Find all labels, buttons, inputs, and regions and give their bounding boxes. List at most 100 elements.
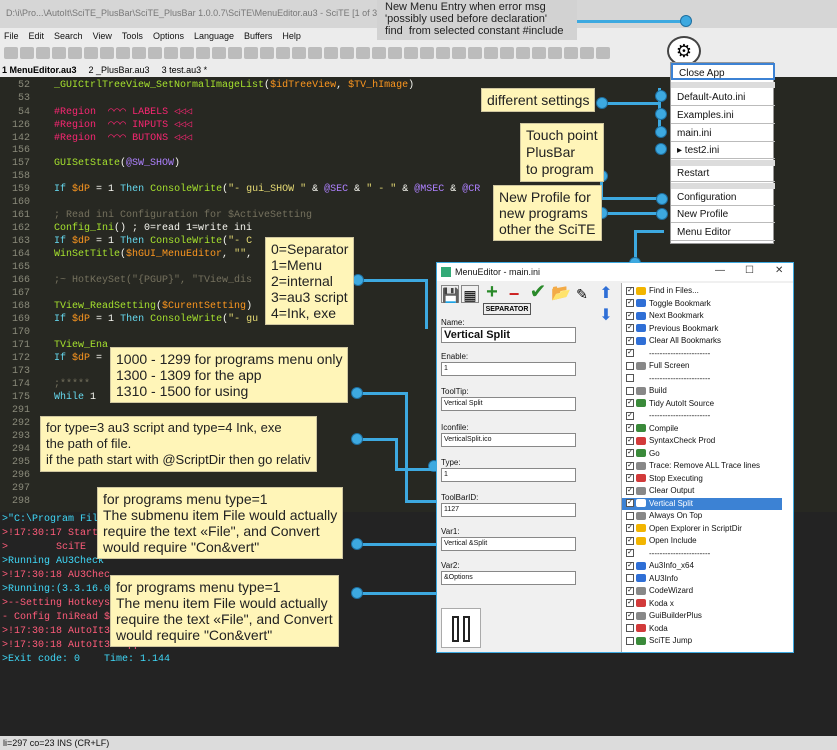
- list-item[interactable]: ✓ -----------------------: [622, 548, 782, 561]
- popup-item-test2-ini[interactable]: ▸ test2.ini: [671, 142, 775, 159]
- list-item[interactable]: ✓ -----------------------: [622, 410, 782, 423]
- popup-item-configuration[interactable]: Configuration: [671, 189, 775, 206]
- toolbar-button-icon[interactable]: [52, 47, 66, 59]
- toolbar-button-icon[interactable]: [452, 47, 466, 59]
- checkbox[interactable]: ✓: [626, 586, 634, 595]
- list-item[interactable]: Full Screen: [622, 360, 782, 373]
- move-up-icon[interactable]: ⬆: [597, 285, 615, 303]
- field-input-toolbarid[interactable]: 1127: [441, 503, 576, 517]
- list-item[interactable]: Build: [622, 385, 782, 398]
- minimize-icon[interactable]: —: [715, 265, 725, 276]
- toolbar-button-icon[interactable]: [548, 47, 562, 59]
- list-item[interactable]: ✓ Open Explorer in ScriptDir: [622, 523, 782, 536]
- checkbox[interactable]: ✓: [626, 299, 634, 308]
- toolbar-button-icon[interactable]: [420, 47, 434, 59]
- toolbar-button-icon[interactable]: [436, 47, 450, 59]
- checkbox[interactable]: ✓: [626, 561, 634, 570]
- list-item[interactable]: ✓ Vertical Split: [622, 497, 782, 510]
- menu-language[interactable]: Language: [194, 31, 234, 41]
- popup-item-main-ini[interactable]: main.ini: [671, 125, 775, 142]
- checkbox[interactable]: ✓: [626, 486, 634, 495]
- toolbar-button-icon[interactable]: [564, 47, 578, 59]
- toolbar-button-icon[interactable]: [84, 47, 98, 59]
- checkbox[interactable]: ✓: [626, 424, 634, 433]
- list-item[interactable]: ✓ Koda x: [622, 598, 782, 611]
- menu-view[interactable]: View: [93, 31, 112, 41]
- checkbox[interactable]: [626, 361, 634, 370]
- toolbar-button-icon[interactable]: [260, 47, 274, 59]
- toolbar-button-icon[interactable]: [580, 47, 594, 59]
- popup-item-menu-editor[interactable]: Menu Editor: [671, 224, 775, 241]
- toolbar-button-icon[interactable]: [372, 47, 386, 59]
- checkbox[interactable]: ✓: [626, 349, 634, 358]
- checkbox[interactable]: [626, 374, 634, 383]
- list-item[interactable]: ✓ Clear Output: [622, 485, 782, 498]
- toolbar-button-icon[interactable]: [468, 47, 482, 59]
- field-input-enable[interactable]: 1: [441, 362, 576, 376]
- checkbox[interactable]: ✓: [626, 611, 634, 620]
- toolbar-button-icon[interactable]: [276, 47, 290, 59]
- open-folder-icon[interactable]: 📂: [551, 285, 571, 303]
- list-item[interactable]: ✓ SyntaxCheck Prod: [622, 435, 782, 448]
- popup-item-new-profile[interactable]: New Profile: [671, 206, 775, 223]
- toolbar-button-icon[interactable]: [116, 47, 130, 59]
- toolbar-button-icon[interactable]: [196, 47, 210, 59]
- list-item[interactable]: ✓ Previous Bookmark: [622, 323, 782, 336]
- toolbar-button-icon[interactable]: [340, 47, 354, 59]
- menu-tools[interactable]: Tools: [122, 31, 143, 41]
- list-item[interactable]: ✓ GuiBuilderPlus: [622, 610, 782, 623]
- move-down-icon[interactable]: ⬇: [597, 307, 615, 325]
- toolbar-button-icon[interactable]: [388, 47, 402, 59]
- popup-item-restart[interactable]: Restart: [671, 165, 775, 182]
- field-input-tooltip[interactable]: Vertical Split: [441, 397, 576, 411]
- list-item[interactable]: ✓ Find in Files...: [622, 285, 782, 298]
- menu-file[interactable]: File: [4, 31, 19, 41]
- checkbox[interactable]: ✓: [626, 449, 634, 458]
- list-item[interactable]: ✓ Open Include: [622, 535, 782, 548]
- toolbar-button-icon[interactable]: [244, 47, 258, 59]
- tab-file-3[interactable]: 3 test.au3 *: [162, 65, 208, 75]
- field-input-iconfile[interactable]: VerticalSplit.ico: [441, 433, 576, 447]
- list-item[interactable]: -----------------------: [622, 373, 782, 386]
- menu-help[interactable]: Help: [282, 31, 301, 41]
- list-item[interactable]: ✓ Clear All Bookmarks: [622, 335, 782, 348]
- toolbar-button-icon[interactable]: [36, 47, 50, 59]
- toolbar-button-icon[interactable]: [500, 47, 514, 59]
- edit-icon[interactable]: ✎: [573, 285, 591, 303]
- toolbar-button-icon[interactable]: [212, 47, 226, 59]
- tab-file-1[interactable]: 1 MenuEditor.au3: [2, 65, 77, 75]
- list-item[interactable]: SciTE Jump: [622, 635, 782, 648]
- field-input-name[interactable]: Vertical Split: [441, 327, 576, 343]
- popup-item-close-app[interactable]: Close App: [671, 63, 775, 80]
- checkbox[interactable]: ✓: [626, 536, 634, 545]
- list-item[interactable]: ✓ Tidy AutoIt Source: [622, 398, 782, 411]
- checkbox[interactable]: [626, 624, 634, 633]
- checkbox[interactable]: ✓: [626, 474, 634, 483]
- list-item[interactable]: ✓ Compile: [622, 423, 782, 436]
- toolbar-button-icon[interactable]: [324, 47, 338, 59]
- tab-file-2[interactable]: 2 _PlusBar.au3: [89, 65, 150, 75]
- field-input-var1[interactable]: Vertical &Split: [441, 537, 576, 551]
- list-item[interactable]: ✓ -----------------------: [622, 348, 782, 361]
- list-item[interactable]: ✓ Au3Info_x64: [622, 560, 782, 573]
- list-item[interactable]: ✓ Next Bookmark: [622, 310, 782, 323]
- field-input-type[interactable]: 1: [441, 468, 576, 482]
- menu-item-list[interactable]: ▲ ▼ ✓Find in Files...✓Toggle Bookmark✓Ne…: [621, 283, 793, 652]
- list-item[interactable]: ✓ Toggle Bookmark: [622, 298, 782, 311]
- toolbar-button-icon[interactable]: [100, 47, 114, 59]
- checkbox[interactable]: ✓: [626, 324, 634, 333]
- toolbar-button-icon[interactable]: [292, 47, 306, 59]
- toolbar-button-icon[interactable]: [164, 47, 178, 59]
- close-icon[interactable]: ✕: [775, 265, 783, 276]
- checkbox[interactable]: ✓: [626, 549, 634, 558]
- maximize-icon[interactable]: ☐: [745, 265, 754, 276]
- toolbar-button-icon[interactable]: [596, 47, 610, 59]
- list-item[interactable]: ✓ Stop Executing: [622, 473, 782, 486]
- checkbox[interactable]: ✓: [626, 499, 634, 508]
- grid-icon[interactable]: ▦: [461, 285, 479, 303]
- toolbar-button-icon[interactable]: [516, 47, 530, 59]
- toolbar-button-icon[interactable]: [4, 47, 18, 59]
- toolbar-button-icon[interactable]: [68, 47, 82, 59]
- checkbox[interactable]: ✓: [626, 311, 634, 320]
- list-item[interactable]: ✓ CodeWizard: [622, 585, 782, 598]
